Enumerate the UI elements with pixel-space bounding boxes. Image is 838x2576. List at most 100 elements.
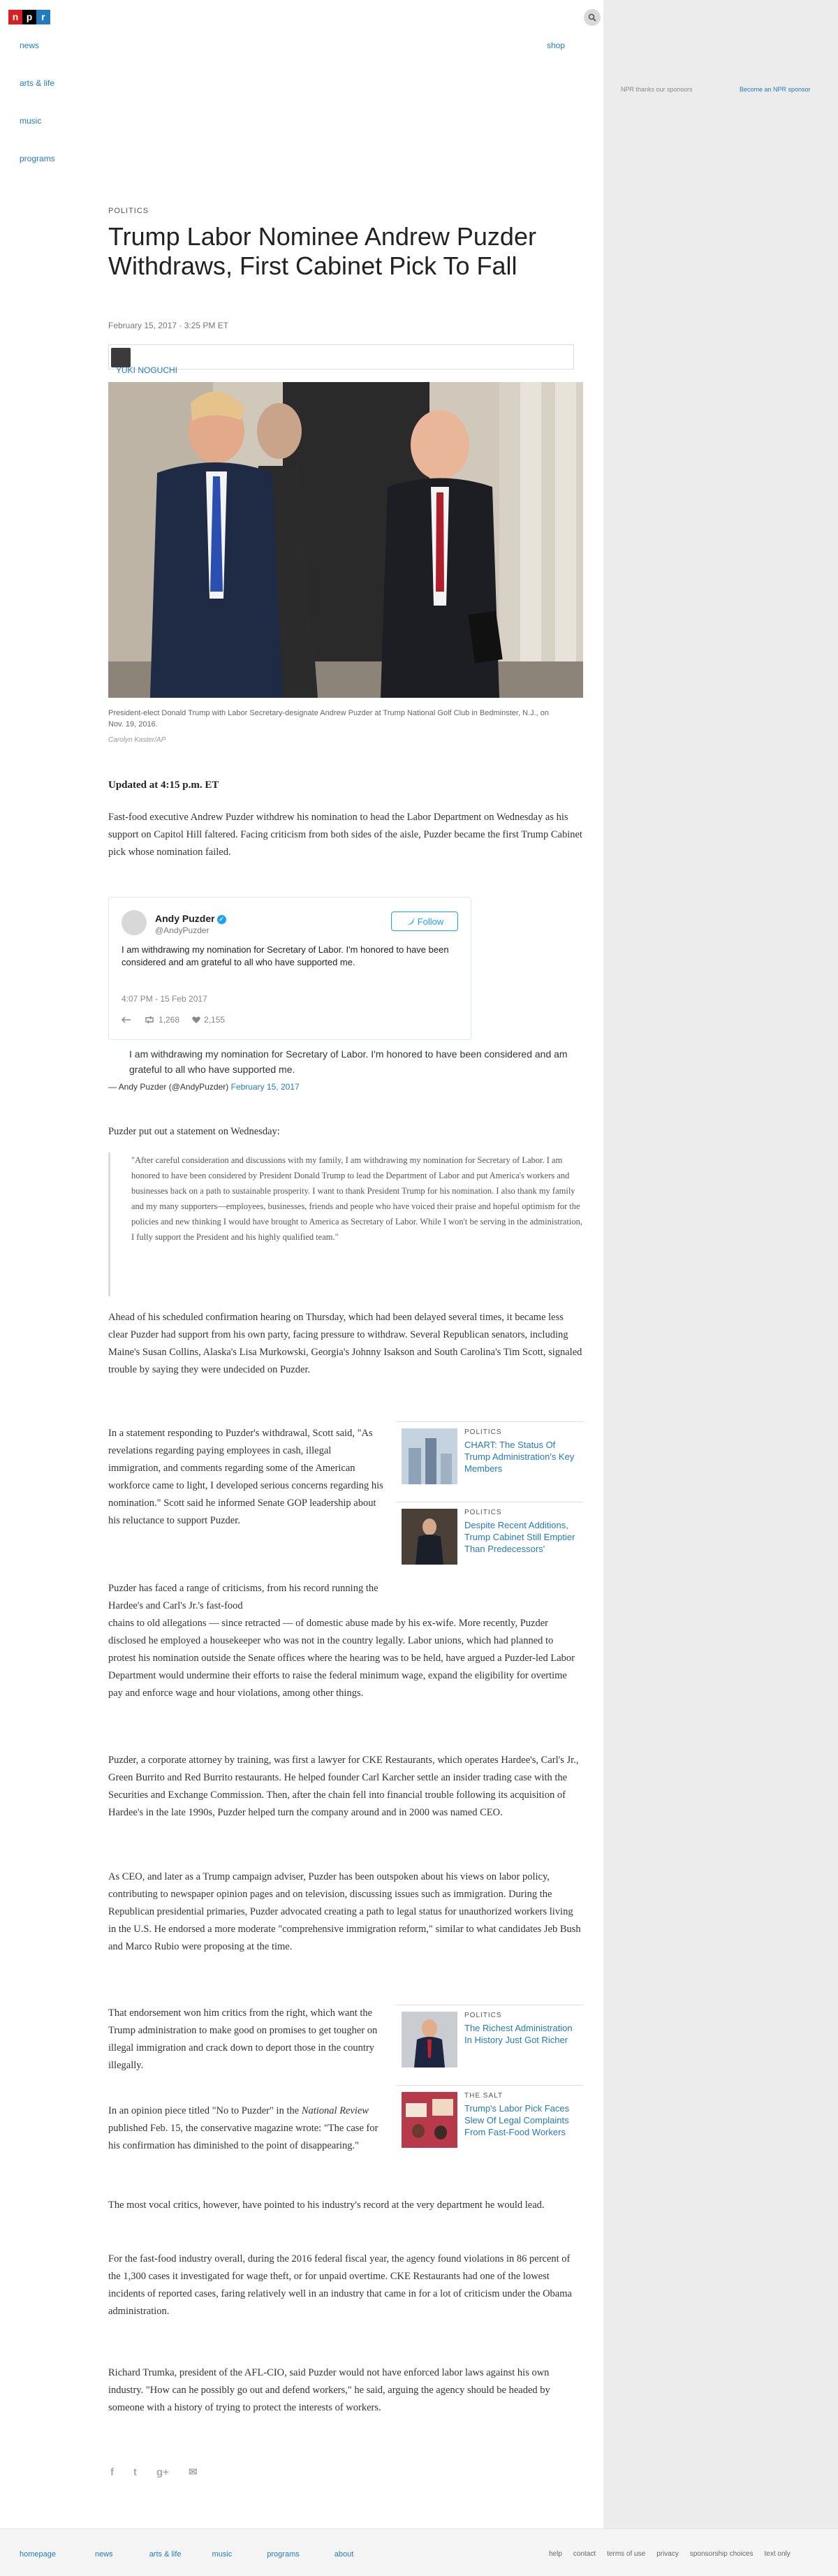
related-story-1-slug: POLITICS — [464, 1428, 502, 1436]
related-story-4-title[interactable]: Trump's Labor Pick Faces Slew Of Legal C… — [464, 2102, 580, 2138]
logo-letter-p: p — [22, 10, 36, 24]
related-story-2-title[interactable]: Despite Recent Additions, Trump Cabinet … — [464, 1519, 580, 1555]
article-title: Trump Labor Nominee Andrew Puzder Withdr… — [108, 222, 536, 280]
related-story-4[interactable]: THE SALT Trump's Labor Pick Faces Slew O… — [396, 2085, 583, 2162]
related-story-2-thumbnail — [402, 1509, 457, 1565]
puzder-statement-quote: "After careful consideration and discuss… — [108, 1152, 583, 1296]
tweet-text: I am withdrawing my nomination for Secre… — [122, 944, 449, 967]
footer-programs[interactable]: programs — [267, 2550, 299, 2559]
paragraph-4b: chains to old allegations — since retrac… — [108, 1618, 575, 1699]
paragraph-9: The most vocal critics, however, have po… — [108, 2200, 545, 2211]
footer-news[interactable]: news — [95, 2550, 113, 2559]
right-rail — [603, 0, 838, 2576]
related-story-1-title[interactable]: CHART: The Status Of Trump Administratio… — [464, 1439, 580, 1474]
footer-homepage[interactable]: homepage — [20, 2550, 56, 2559]
sponsor-thanks: NPR thanks our sponsors — [621, 86, 693, 93]
photo-caption: President-elect Donald Trump with Labor … — [108, 709, 549, 729]
twitter-bird-icon — [406, 918, 415, 925]
related-story-3-title[interactable]: The Richest Administration In History Ju… — [464, 2022, 580, 2046]
top-bar: n p r — [0, 0, 603, 35]
main-nav: news arts & life music programs — [20, 41, 55, 191]
footer-privacy[interactable]: privacy — [656, 2550, 679, 2558]
footer-contact[interactable]: contact — [573, 2550, 596, 2558]
related-story-3-thumbnail — [402, 2012, 457, 2068]
related-story-4-slug: THE SALT — [464, 2092, 503, 2100]
paragraph-10: For the fast-food industry overall, duri… — [108, 2253, 572, 2317]
related-story-4-thumbnail — [402, 2092, 457, 2148]
footer-arts-life[interactable]: arts & life — [149, 2550, 182, 2559]
search-button[interactable] — [584, 9, 601, 26]
paragraph-8-post: published Feb. 15, the conservative maga… — [108, 2123, 378, 2151]
paragraph-8-publication: National Review — [301, 2105, 369, 2116]
tweet-date-link[interactable]: February 15, 2017 — [231, 1082, 300, 1092]
tweet-author-name: Andy Puzder — [155, 913, 215, 924]
paragraph-6: As CEO, and later as a Trump campaign ad… — [108, 1871, 581, 1952]
heart-icon — [192, 1016, 200, 1023]
like-button[interactable]: 2,155 — [192, 1015, 225, 1025]
related-story-3[interactable]: POLITICS The Richest Administration In H… — [396, 2005, 583, 2074]
paragraph-11: Richard Trumka, president of the AFL-CIO… — [108, 2367, 550, 2413]
related-story-3-slug: POLITICS — [464, 2012, 502, 2019]
email-icon[interactable]: ✉ — [189, 2466, 198, 2478]
retweet-icon — [145, 1016, 154, 1023]
footer-help[interactable]: help — [549, 2550, 562, 2558]
related-story-1[interactable]: POLITICS CHART: The Status Of Trump Admi… — [396, 1421, 583, 1491]
verified-icon: ✓ — [216, 915, 226, 924]
footer-legal: help contact terms of use privacy sponso… — [549, 2550, 791, 2558]
article-slug[interactable]: POLITICS — [108, 207, 149, 215]
footer-music[interactable]: music — [212, 2550, 233, 2559]
tweet-handle[interactable]: @AndyPuzder — [155, 925, 210, 935]
like-count: 2,155 — [204, 1015, 226, 1025]
paragraph-8-pre: In an opinion piece titled "No to Puzder… — [108, 2105, 302, 2116]
photo-credit: Carolyn Kaster/AP — [108, 736, 166, 744]
reply-icon — [122, 1016, 131, 1023]
npr-logo[interactable]: n p r — [8, 10, 50, 24]
paragraph-3: In a statement responding to Puzder's wi… — [108, 1428, 383, 1526]
update-note: Updated at 4:15 p.m. ET — [108, 780, 219, 791]
tweet-fallback-attribution: — Andy Puzder (@AndyPuzder) February 15,… — [108, 1082, 300, 1092]
twitter-icon[interactable]: t — [133, 2466, 137, 2478]
lead-photo — [108, 382, 583, 698]
tweet-author[interactable]: Andy Puzder ✓ — [155, 913, 226, 924]
logo-letter-r: r — [36, 10, 50, 24]
follow-button[interactable]: Follow — [391, 912, 458, 931]
related-story-2[interactable]: POLITICS Despite Recent Additions, Trump… — [396, 1502, 583, 1572]
shop-link[interactable]: shop — [547, 41, 565, 50]
follow-label: Follow — [417, 916, 444, 927]
nav-programs[interactable]: programs — [20, 154, 55, 163]
related-story-2-slug: POLITICS — [464, 1509, 502, 1516]
tweet-avatar[interactable] — [122, 910, 147, 935]
footer: homepage news arts & life music programs… — [0, 2529, 838, 2576]
facebook-icon[interactable]: f — [110, 2466, 114, 2478]
tweet-attribution-author: — Andy Puzder (@AndyPuzder) — [108, 1082, 229, 1092]
author-avatar[interactable] — [111, 348, 131, 367]
paragraph-4a: Puzder has faced a range of criticisms, … — [108, 1583, 378, 1611]
nav-arts-life[interactable]: arts & life — [20, 78, 55, 88]
become-sponsor-link[interactable]: Become an NPR sponsor — [740, 86, 811, 93]
share-tools: f t g+ ✉ — [110, 2466, 198, 2479]
retweet-count: 1,268 — [159, 1015, 180, 1025]
paragraph-statement-intro: Puzder put out a statement on Wednesday: — [108, 1126, 280, 1137]
footer-sponsorship-choices[interactable]: sponsorship choices — [690, 2550, 754, 2558]
nav-news[interactable]: news — [20, 41, 55, 50]
paragraph-5: Puzder, a corporate attorney by training… — [108, 1755, 579, 1818]
tweet-timestamp[interactable]: 4:07 PM - 15 Feb 2017 — [122, 994, 207, 1004]
google-plus-icon[interactable]: g+ — [156, 2466, 169, 2478]
byline-box — [108, 344, 574, 369]
nav-music[interactable]: music — [20, 116, 55, 126]
author-name[interactable]: YUKI NOGUCHI — [116, 365, 177, 375]
tweet-fallback-quote: I am withdrawing my nomination for Secre… — [129, 1048, 568, 1075]
footer-about[interactable]: about — [335, 2550, 354, 2559]
tweet-actions: 1,268 2,155 — [122, 1015, 225, 1025]
retweet-button[interactable]: 1,268 — [144, 1015, 179, 1025]
article-date: February 15, 2017 · 3:25 PM ET — [108, 321, 229, 330]
footer-terms[interactable]: terms of use — [607, 2550, 645, 2558]
logo-letter-n: n — [8, 10, 22, 24]
search-icon — [588, 13, 596, 22]
footer-nav: homepage news arts & life music programs… — [20, 2550, 353, 2559]
footer-text-only[interactable]: text only — [764, 2550, 790, 2558]
paragraph-7: That endorsement won him critics from th… — [108, 2007, 378, 2071]
paragraph-8: In an opinion piece titled "No to Puzder… — [108, 2102, 388, 2155]
reply-button[interactable] — [122, 1016, 131, 1023]
embedded-tweet: Andy Puzder ✓ @AndyPuzder Follow I am wit… — [108, 897, 471, 1040]
